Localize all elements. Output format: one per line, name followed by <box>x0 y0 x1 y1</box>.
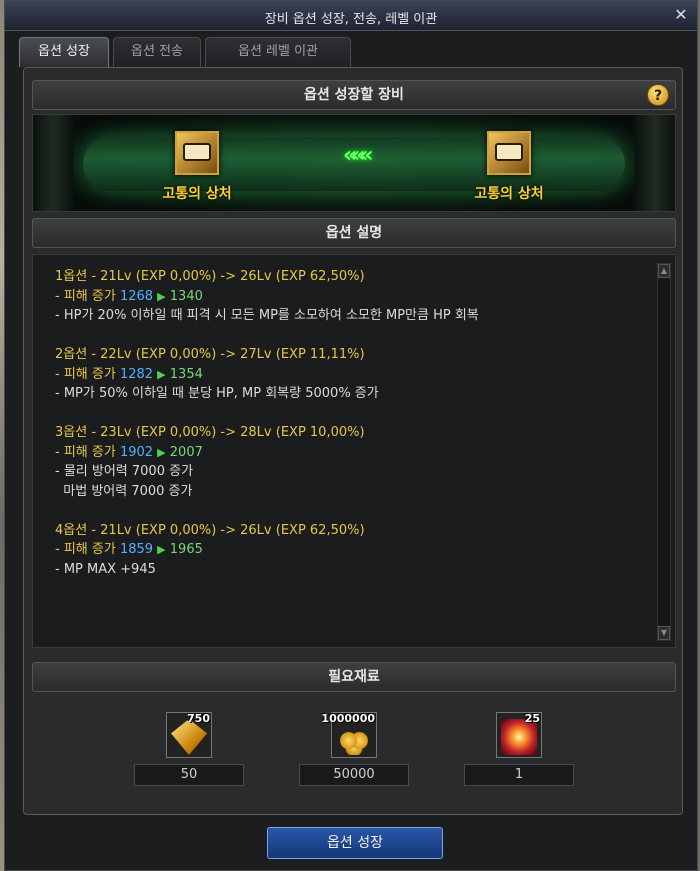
damage-label: - 피해 증가 <box>55 542 120 557</box>
option-effect: 마법 방어력 7000 증가 <box>55 483 193 499</box>
tab-option-level-transfer[interactable]: 옵션 레벨 이관 <box>205 37 351 67</box>
item-icon <box>495 143 523 161</box>
damage-line: - 피해 증가 1859 ▶ 1965 <box>55 540 635 560</box>
damage-to: 1354 <box>169 366 203 382</box>
materials-row: 750 50 1000000 50000 25 1 <box>24 712 684 802</box>
equip-section-title: 옵션 성장할 장비 <box>304 87 404 103</box>
description-scrollbar[interactable]: ▲ ▼ <box>657 263 671 641</box>
material-quantity: 50000 <box>299 764 409 786</box>
option-block-4: 4옵션 - 21Lv (EXP 0,00%) -> 26Lv (EXP 62,5… <box>55 521 635 580</box>
damage-line: - 피해 증가 1902 ▶ 2007 <box>55 443 635 463</box>
damage-from: 1282 <box>119 366 154 382</box>
material-quantity: 50 <box>134 764 244 786</box>
material-stack-count: 25 <box>524 712 540 725</box>
damage-from: 1859 <box>119 542 154 557</box>
scroll-up-icon[interactable]: ▲ <box>658 264 670 278</box>
damage-from: 1268 <box>119 288 154 304</box>
option-description-text: 1옵션 - 21Lv (EXP 0,00%) -> 26Lv (EXP 62,5… <box>55 267 635 599</box>
damage-to: 1340 <box>169 288 203 304</box>
option-header: 4옵션 - 21Lv (EXP 0,00%) -> 26Lv (EXP 62,5… <box>55 522 365 538</box>
material-slot[interactable]: 1000000 <box>321 712 377 758</box>
main-panel: 옵션 성장할 장비 ? 고통의 상처 ««« 고통의 상처 옵션 설명 1옵션 … <box>23 67 683 815</box>
option-block-1: 1옵션 - 21Lv (EXP 0,00%) -> 26Lv (EXP 62,5… <box>55 267 635 326</box>
damage-label: - 피해 증가 <box>55 366 120 382</box>
option-header: 2옵션 - 22Lv (EXP 0,00%) -> 27Lv (EXP 11,1… <box>55 347 365 362</box>
material-stack-count: 750 <box>187 712 210 725</box>
title-bar[interactable]: 장비 옵션 성장, 전송, 레벨 이관 ✕ <box>5 1 697 31</box>
option-effect: - MP가 50% 이하일 때 분당 HP, MP 회복량 5000% 증가 <box>55 386 379 401</box>
material-quantity: 1 <box>464 764 574 786</box>
scene-pillar-left <box>33 115 73 211</box>
tab-option-transfer[interactable]: 옵션 전송 <box>113 37 201 67</box>
material-slot[interactable]: 750 <box>166 712 212 758</box>
damage-label: - 피해 증가 <box>55 444 120 460</box>
damage-label: - 피해 증가 <box>55 288 120 304</box>
option-block-2: 2옵션 - 22Lv (EXP 0,00%) -> 27Lv (EXP 11,1… <box>55 345 635 404</box>
option-effect: - MP MAX +945 <box>55 561 156 577</box>
material-1: 750 50 <box>134 712 244 786</box>
arrow-right-icon: ▶ <box>157 289 166 303</box>
materials-section-title: 필요재료 <box>328 669 380 685</box>
option-header: 3옵션 - 23Lv (EXP 0,00%) -> 28Lv (EXP 10,0… <box>55 425 365 440</box>
option-block-3: 3옵션 - 23Lv (EXP 0,00%) -> 28Lv (EXP 10,0… <box>55 423 635 501</box>
material-stack-count: 1000000 <box>321 712 375 725</box>
option-growth-button[interactable]: 옵션 성장 <box>267 827 443 859</box>
material-slot[interactable]: 25 <box>496 712 542 758</box>
equip-section-header: 옵션 성장할 장비 ? <box>32 80 676 110</box>
option-effect: - 물리 방어력 7000 증가 <box>55 464 194 479</box>
option-header: 1옵션 - 21Lv (EXP 0,00%) -> 26Lv (EXP 62,5… <box>55 269 365 284</box>
equip-scene: 고통의 상처 ««« 고통의 상처 <box>32 114 676 212</box>
option-description-box[interactable]: 1옵션 - 21Lv (EXP 0,00%) -> 26Lv (EXP 62,5… <box>32 254 676 648</box>
damage-line: - 피해 증가 1282 ▶ 1354 <box>55 365 635 385</box>
material-3: 25 1 <box>464 712 574 786</box>
description-section-header: 옵션 설명 <box>32 218 676 248</box>
scene-pillar-right <box>635 115 675 211</box>
source-item-name: 고통의 상처 <box>162 186 232 202</box>
source-item-slot[interactable] <box>175 131 219 175</box>
damage-to: 1965 <box>169 542 203 557</box>
tab-option-growth[interactable]: 옵션 성장 <box>19 37 109 67</box>
arrow-right-icon: ▶ <box>157 445 166 459</box>
target-item-name: 고통의 상처 <box>474 186 544 202</box>
help-icon[interactable]: ? <box>647 84 669 106</box>
arrow-right-icon: ▶ <box>157 367 166 381</box>
materials-section-header: 필요재료 <box>32 662 676 692</box>
close-icon[interactable]: ✕ <box>671 5 691 25</box>
arrow-right-icon: ▶ <box>157 543 166 556</box>
damage-line: - 피해 증가 1268 ▶ 1340 <box>55 287 635 307</box>
damage-to: 2007 <box>169 444 203 460</box>
material-2: 1000000 50000 <box>299 712 409 786</box>
scroll-down-icon[interactable]: ▼ <box>658 626 670 640</box>
target-item-slot[interactable] <box>487 131 531 175</box>
option-effect: - HP가 20% 이하일 때 피격 시 모든 MP를 소모하여 소모한 MP만… <box>55 308 479 323</box>
transfer-arrow-icon: ««« <box>343 143 374 168</box>
item-icon <box>183 143 211 161</box>
dialog-window: 장비 옵션 성장, 전송, 레벨 이관 ✕ 옵션 성장 옵션 전송 옵션 레벨 … <box>4 0 698 871</box>
damage-from: 1902 <box>119 444 154 460</box>
description-section-title: 옵션 설명 <box>325 225 383 241</box>
window-title: 장비 옵션 성장, 전송, 레벨 이관 <box>264 12 438 27</box>
